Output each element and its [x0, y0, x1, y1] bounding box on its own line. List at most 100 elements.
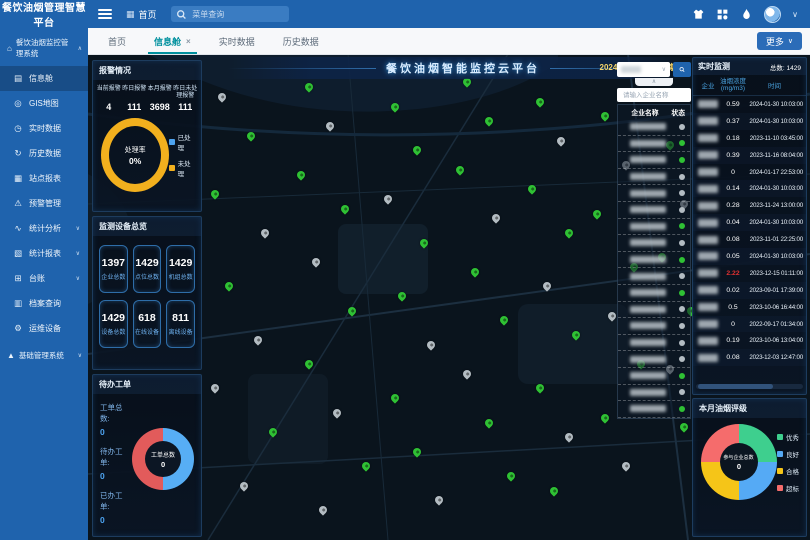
table-row[interactable]: 0.282023-11-24 13:00:00 — [693, 197, 806, 214]
sidebar-item-台账[interactable]: ⊞台账∨ — [0, 266, 88, 291]
apps-icon[interactable] — [716, 8, 729, 21]
menu-search-input[interactable] — [190, 9, 283, 20]
list-item[interactable] — [618, 185, 690, 202]
table-row[interactable]: 0.392023-11-16 08:04:00 — [693, 147, 806, 164]
enterprise-name-search[interactable] — [617, 88, 691, 102]
sidebar-item-统计分析[interactable]: ∿统计分析∨ — [0, 216, 88, 241]
breadcrumb-home[interactable]: ▦ 首页 — [126, 8, 157, 21]
chevron-down-icon[interactable]: ∨ — [792, 10, 798, 19]
sidebar-item-统计报表[interactable]: ▧统计报表∨ — [0, 241, 88, 266]
list-item[interactable] — [618, 268, 690, 285]
more-button[interactable]: 更多∨ — [757, 32, 802, 50]
sidebar-item-信息舱[interactable]: ▤信息舱 — [0, 66, 88, 91]
sidebar-item-实时数据[interactable]: ◷实时数据 — [0, 116, 88, 141]
workorder-label: 工单总数: — [100, 402, 132, 424]
timestamp: 2023-11-16 08:04:00 — [746, 152, 803, 159]
sidebar-item-label: GIS地图 — [29, 98, 59, 109]
redacted-enterprise-name — [696, 337, 720, 345]
list-item[interactable] — [618, 368, 690, 385]
list-item[interactable] — [618, 235, 690, 252]
list-item[interactable] — [618, 252, 690, 269]
list-item[interactable] — [618, 335, 690, 352]
table-row[interactable]: 0.022023-09-01 17:39:00 — [693, 282, 806, 299]
menu-toggle-icon[interactable] — [98, 9, 112, 19]
device-stat-box: 1429点位总数 — [133, 245, 162, 293]
table-row[interactable]: 0.182023-11-10 03:45:00 — [693, 130, 806, 147]
list-item[interactable] — [618, 169, 690, 186]
close-icon[interactable]: × — [186, 37, 191, 46]
list-item[interactable] — [618, 202, 690, 219]
table-row[interactable]: 02022-09-17 01:34:00 — [693, 316, 806, 333]
enterprise-name-input[interactable] — [621, 91, 687, 100]
legend-swatch — [777, 451, 783, 457]
list-item[interactable] — [618, 119, 690, 136]
device-stat-value: 1397 — [102, 257, 125, 269]
sidebar-item-label: 台账 — [29, 273, 45, 284]
status-dot — [679, 356, 685, 362]
status-dot — [679, 290, 685, 296]
tab-实时数据[interactable]: 实时数据 — [207, 28, 267, 54]
list-item[interactable] — [618, 318, 690, 335]
list-item[interactable] — [618, 285, 690, 302]
map-area[interactable]: 餐饮油烟智能监控云平台 2024/1/30 10:03 星期二 报警情况 当前报… — [88, 54, 810, 540]
status-dot — [679, 207, 685, 213]
table-row[interactable]: 02024-01-17 22:53:00 — [693, 164, 806, 181]
list-item[interactable] — [618, 136, 690, 153]
concentration-value: 0.02 — [720, 287, 746, 294]
workorder-stat: 工单总数:0 — [100, 402, 132, 437]
table-row[interactable]: 0.142024-01-30 10:03:00 — [693, 180, 806, 197]
table-row[interactable]: 0.082023-12-03 12:47:00 — [693, 349, 806, 366]
tab-信息舱[interactable]: 信息舱× — [142, 28, 203, 54]
table-row[interactable]: 0.372024-01-30 10:03:00 — [693, 113, 806, 130]
sidebar-item-运维设备[interactable]: ⚙运维设备 — [0, 316, 88, 341]
scrollbar-thumb[interactable] — [698, 384, 773, 389]
tab-历史数据[interactable]: 历史数据 — [271, 28, 331, 54]
region-select[interactable]: ∨ — [617, 62, 670, 77]
archive-icon: ▥ — [13, 298, 23, 309]
panel-title: 报警情况 — [93, 61, 201, 80]
table-row[interactable]: 2.222023-12-15 01:11:00 — [693, 265, 806, 282]
list-item[interactable] — [618, 302, 690, 319]
sidebar-section-monitor-system[interactable]: ⌂ 餐饮油烟监控管理系统 ∧ — [0, 28, 88, 66]
table-row[interactable]: 0.52023-10-06 16:44:00 — [693, 299, 806, 316]
menu-search[interactable] — [171, 6, 289, 22]
list-item[interactable] — [618, 385, 690, 402]
timestamp: 2023-12-03 12:47:00 — [746, 354, 803, 361]
enterprise-search-button[interactable] — [673, 62, 691, 77]
site-report-icon: ▦ — [13, 173, 23, 184]
theme-shirt-icon[interactable] — [692, 8, 705, 21]
sidebar-item-GIS地图[interactable]: ◎GIS地图 — [0, 91, 88, 116]
avatar[interactable] — [764, 6, 781, 23]
sidebar-item-站点报表[interactable]: ▦站点报表 — [0, 166, 88, 191]
sidebar-item-档案查询[interactable]: ▥档案查询 — [0, 291, 88, 316]
redacted-enterprise-name — [696, 202, 720, 210]
blur-block — [698, 320, 718, 328]
blur-block — [698, 134, 718, 142]
table-row[interactable]: 0.042024-01-30 10:03:00 — [693, 214, 806, 231]
list-item[interactable] — [618, 152, 690, 169]
tab-label: 首页 — [108, 35, 126, 48]
table-row[interactable]: 0.592024-01-30 10:03:00 — [693, 96, 806, 113]
flame-icon[interactable] — [740, 8, 753, 21]
timestamp: 2024-01-17 22:53:00 — [746, 169, 803, 176]
redacted-enterprise-name — [696, 134, 720, 142]
table-row[interactable]: 0.052024-01-30 10:03:00 — [693, 248, 806, 265]
timestamp: 2023-11-01 22:25:00 — [746, 236, 803, 243]
enterprise-list: 企业名称 状态 — [617, 104, 691, 419]
concentration-value: 0.14 — [720, 185, 746, 192]
list-item[interactable] — [618, 351, 690, 368]
blur-block — [698, 219, 718, 227]
sidebar-item-历史数据[interactable]: ↻历史数据 — [0, 141, 88, 166]
collapse-handle[interactable]: ∧ — [635, 78, 673, 86]
table-row[interactable]: 0.192023-10-06 13:04:00 — [693, 332, 806, 349]
table-row[interactable]: 0.082023-11-01 22:25:00 — [693, 231, 806, 248]
sidebar-item-预警管理[interactable]: ⚠预警管理 — [0, 191, 88, 216]
sidebar-section-base-system[interactable]: ▲ 基础管理系统 ∨ — [0, 341, 88, 368]
legend-label: 已处理 — [178, 132, 195, 152]
list-item[interactable] — [618, 219, 690, 236]
tab-首页[interactable]: 首页 — [96, 28, 138, 54]
list-item[interactable] — [618, 401, 690, 418]
redacted-enterprise-name — [696, 168, 720, 176]
concentration-value: 0.37 — [720, 118, 746, 125]
legend-label: 合格 — [786, 466, 799, 476]
